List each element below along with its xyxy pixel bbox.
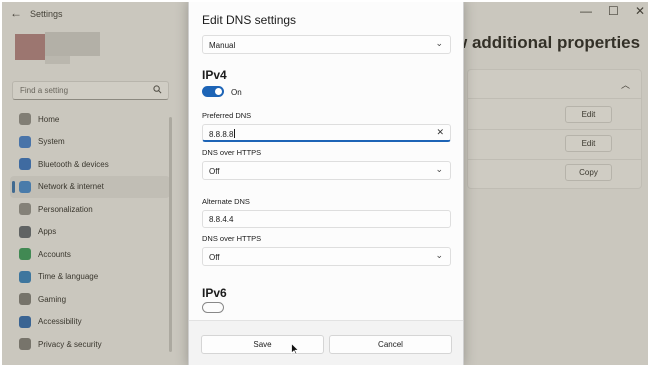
mouse-pointer-icon xyxy=(291,343,299,355)
chevron-down-icon: ⌄ xyxy=(435,38,443,48)
ipv6-heading: IPv6 xyxy=(202,286,227,300)
alternate-dns-input[interactable]: 8.8.4.4 xyxy=(202,210,451,228)
ipv6-toggle[interactable] xyxy=(202,302,224,313)
https-select-value: Off xyxy=(209,167,220,176)
dns-over-https-label: DNS over HTTPS xyxy=(202,148,262,157)
dns-over-https-label: DNS over HTTPS xyxy=(202,234,262,243)
ipv4-toggle-label: On xyxy=(231,88,242,97)
dialog-title: Edit DNS settings xyxy=(202,13,297,27)
save-button[interactable]: Save xyxy=(201,335,324,354)
preferred-dns-input[interactable]: 8.8.8.8 ✕ xyxy=(202,124,451,142)
https-select-value: Off xyxy=(209,253,220,262)
ipv4-heading: IPv4 xyxy=(202,68,227,82)
dialog-footer: Save Cancel xyxy=(189,320,463,367)
toggle-knob xyxy=(215,88,222,95)
preferred-dns-https-select[interactable]: Off ⌄ xyxy=(202,161,451,180)
ipv4-toggle[interactable] xyxy=(202,86,224,97)
clear-icon[interactable]: ✕ xyxy=(436,127,444,138)
alternate-dns-value: 8.8.4.4 xyxy=(209,215,234,224)
preferred-dns-value: 8.8.8.8 xyxy=(209,129,236,139)
preferred-dns-label: Preferred DNS xyxy=(202,111,252,120)
dns-mode-value: Manual xyxy=(209,41,236,50)
alternate-dns-label: Alternate DNS xyxy=(202,197,250,206)
chevron-down-icon: ⌄ xyxy=(435,164,443,174)
alternate-dns-https-select[interactable]: Off ⌄ xyxy=(202,247,451,266)
text-caret xyxy=(234,129,236,138)
chevron-down-icon: ⌄ xyxy=(435,250,443,260)
dns-mode-select[interactable]: Manual ⌄ xyxy=(202,35,451,54)
cancel-button[interactable]: Cancel xyxy=(329,335,452,354)
edit-dns-dialog: Edit DNS settings Manual ⌄ IPv4 On Prefe… xyxy=(188,0,464,367)
